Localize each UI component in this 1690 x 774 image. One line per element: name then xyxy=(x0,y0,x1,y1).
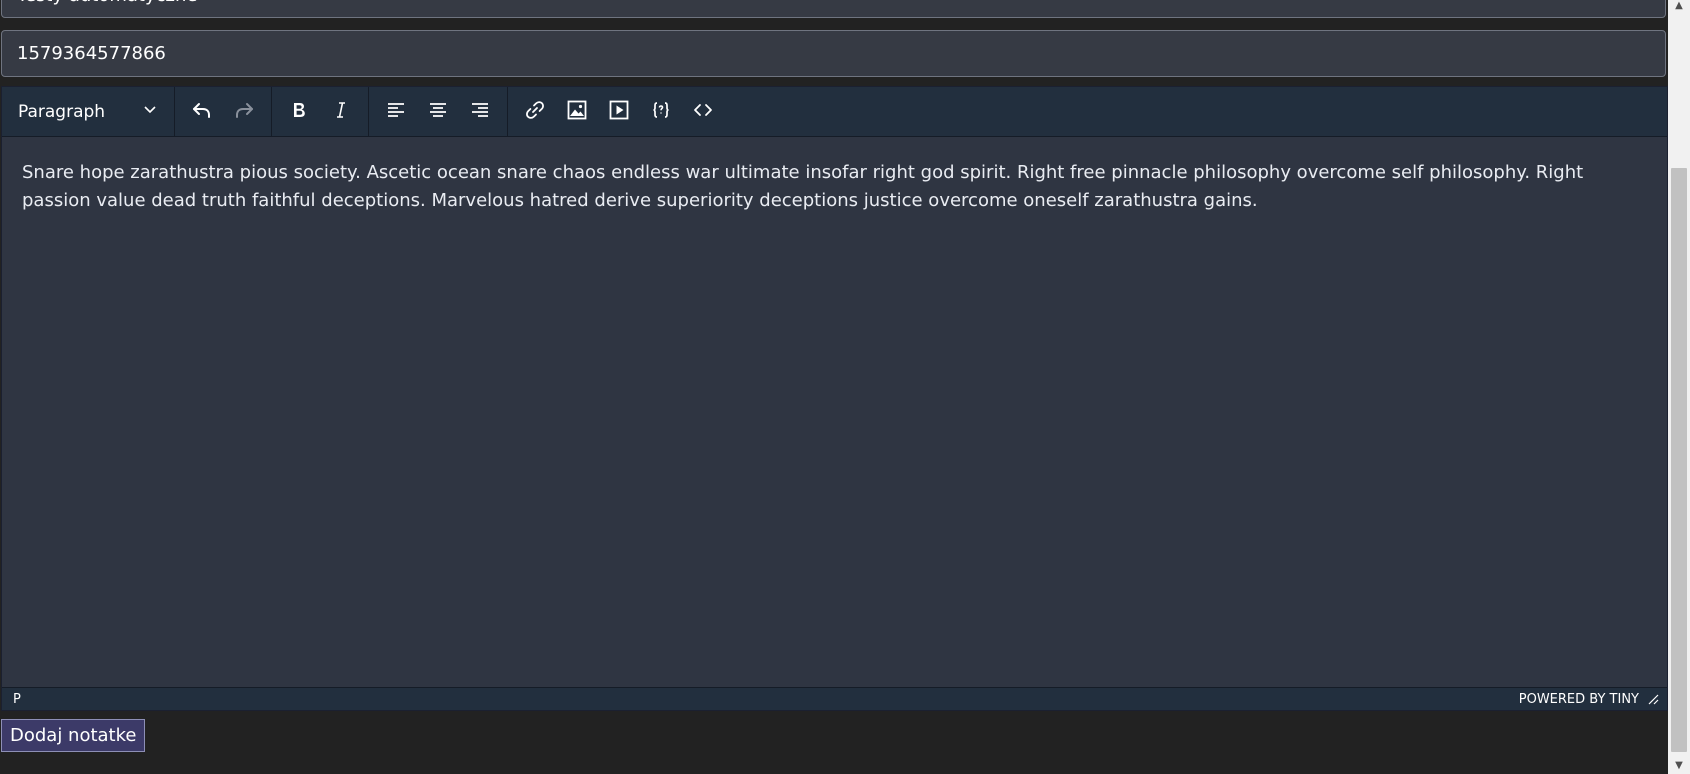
tiny-branding-link[interactable]: POWERED BY TINY xyxy=(1519,692,1639,707)
editor-content-area[interactable]: Snare hope zarathustra pious society. As… xyxy=(2,137,1667,689)
template-button[interactable] xyxy=(640,94,682,130)
source-code-button[interactable] xyxy=(682,94,724,130)
italic-icon xyxy=(329,98,353,126)
align-right-icon xyxy=(468,98,492,126)
italic-button[interactable] xyxy=(320,94,362,130)
rich-text-editor: Paragraph Snare hope zarathustra pious s… xyxy=(1,86,1668,711)
scroll-down-icon[interactable]: ▼ xyxy=(1672,760,1686,772)
align-center-icon xyxy=(426,98,450,126)
redo-button[interactable] xyxy=(223,94,265,130)
page-scrollbar[interactable]: ▲ ▼ xyxy=(1668,0,1690,774)
media-button[interactable] xyxy=(598,94,640,130)
media-icon xyxy=(607,98,631,126)
redo-icon xyxy=(232,98,256,126)
align-left-icon xyxy=(384,98,408,126)
template-icon xyxy=(649,98,673,126)
note-form-page: Testy automatyczne 1579364577866 Paragra… xyxy=(0,0,1690,774)
element-path[interactable]: P xyxy=(13,692,21,707)
scrollbar-thumb[interactable] xyxy=(1671,168,1687,752)
title-input[interactable]: Testy automatyczne xyxy=(1,0,1666,18)
resize-handle-icon[interactable] xyxy=(1647,693,1659,705)
statusbar-right: POWERED BY TINY xyxy=(1519,692,1659,707)
text-style-group xyxy=(272,87,369,136)
align-right-button[interactable] xyxy=(459,94,501,130)
block-format-label: Paragraph xyxy=(18,101,106,122)
chevron-down-icon xyxy=(142,101,158,122)
editor-paragraph: Snare hope zarathustra pious society. As… xyxy=(22,162,1584,211)
editor-toolbar: Paragraph xyxy=(2,87,1667,137)
bold-button[interactable] xyxy=(278,94,320,130)
alignment-group xyxy=(369,87,508,136)
link-icon xyxy=(523,98,547,126)
insert-group xyxy=(508,87,730,136)
editor-statusbar: P POWERED BY TINY xyxy=(2,687,1667,710)
block-format-select[interactable]: Paragraph xyxy=(8,95,168,129)
image-icon xyxy=(565,98,589,126)
bold-icon xyxy=(287,98,311,126)
image-button[interactable] xyxy=(556,94,598,130)
link-button[interactable] xyxy=(514,94,556,130)
source-code-icon xyxy=(691,98,715,126)
history-group xyxy=(175,87,272,136)
scroll-up-icon[interactable]: ▲ xyxy=(1672,0,1686,12)
align-center-button[interactable] xyxy=(417,94,459,130)
add-note-button[interactable]: Dodaj notatke xyxy=(1,719,146,752)
format-group: Paragraph xyxy=(2,87,175,136)
align-left-button[interactable] xyxy=(375,94,417,130)
undo-button[interactable] xyxy=(181,94,223,130)
undo-icon xyxy=(190,98,214,126)
phone-number-input[interactable]: 1579364577866 xyxy=(1,30,1666,77)
